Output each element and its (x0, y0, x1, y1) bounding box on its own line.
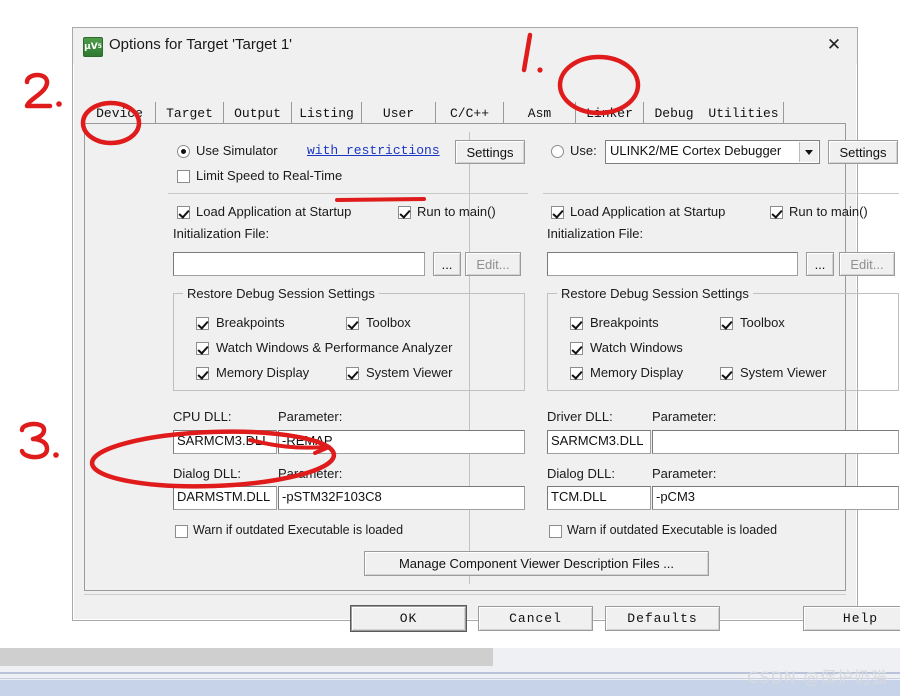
footer-separator (84, 594, 846, 595)
cpu-dll-label: CPU DLL: (173, 409, 232, 424)
driver-dll-label: Driver DLL: (547, 409, 613, 424)
left-dialog-dll-label: Dialog DLL: (173, 466, 241, 481)
driver-settings-button[interactable]: Settings (828, 140, 898, 164)
cancel-button[interactable]: Cancel (478, 606, 593, 631)
right-dialog-dll-input[interactable]: TCM.DLL (547, 486, 651, 510)
dialog-titlebar: μV 5 Options for Target 'Target 1' ✕ (73, 28, 857, 64)
tab-user[interactable]: User (362, 102, 436, 124)
left-run-to-main-checkbox[interactable] (398, 206, 411, 219)
taskbar-grey-block (0, 648, 493, 666)
right-restore-breakpoints-checkbox[interactable] (570, 317, 583, 330)
left-init-file-input[interactable] (173, 252, 425, 276)
use-simulator-radio[interactable] (177, 145, 190, 158)
right-restore-sysviewer-checkbox[interactable] (720, 367, 733, 380)
defaults-button[interactable]: Defaults (605, 606, 720, 631)
uvision-logo-icon: μV 5 (83, 37, 103, 57)
manage-component-viewer-button[interactable]: Manage Component Viewer Description File… (364, 551, 709, 576)
right-restore-memory-label: Memory Display (590, 365, 684, 380)
simulator-settings-button[interactable]: Settings (455, 140, 525, 164)
driver-dll-param-label: Parameter: (652, 409, 717, 424)
left-browse-button[interactable]: ... (433, 252, 461, 276)
right-restore-breakpoints-label: Breakpoints (590, 315, 659, 330)
left-restore-memory-checkbox[interactable] (196, 367, 209, 380)
right-dialog-dll-param-input[interactable]: -pCM3 (652, 486, 899, 510)
left-warn-outdated-label: Warn if outdated Executable is loaded (193, 523, 404, 537)
tab-c-c[interactable]: C/C++ (436, 102, 504, 124)
left-restore-sysviewer-label: System Viewer (366, 365, 453, 380)
close-icon[interactable]: ✕ (811, 28, 857, 62)
right-load-app-label: Load Application at Startup (570, 204, 726, 219)
left-run-to-main-label: Run to main() (417, 204, 496, 219)
tab-debug[interactable]: Debug (644, 102, 704, 124)
right-warn-outdated-checkbox[interactable] (549, 525, 562, 538)
chevron-down-icon[interactable] (799, 142, 818, 162)
right-browse-button[interactable]: ... (806, 252, 834, 276)
left-edit-button[interactable]: Edit... (465, 252, 521, 276)
cpu-dll-input[interactable]: SARMCM3.DLL (173, 430, 277, 454)
left-restore-toolbox-checkbox[interactable] (346, 317, 359, 330)
right-restore-watch-label: Watch Windows (590, 340, 683, 355)
tab-linker[interactable]: Linker (576, 102, 644, 124)
options-dialog: μV 5 Options for Target 'Target 1' ✕ Devi… (72, 27, 900, 631)
tab-target[interactable]: Target (156, 102, 224, 124)
left-restore-breakpoints-label: Breakpoints (216, 315, 285, 330)
left-warn-outdated-checkbox[interactable] (175, 525, 188, 538)
dialog-title: Options for Target 'Target 1' (109, 36, 293, 53)
left-restore-watch-label: Watch Windows & Performance Analyzer (216, 340, 453, 355)
limit-speed-checkbox[interactable] (177, 170, 190, 183)
tab-bar: Device Target Output Listing User C/C++ Asm Lin… (84, 102, 846, 124)
right-restore-toolbox-label: Toolbox (740, 315, 785, 330)
use-driver-label: Use: (570, 143, 597, 158)
watermark-text: CSDN @保护奶猫 (747, 668, 888, 687)
driver-dll-param-input[interactable] (652, 430, 899, 454)
left-restore-memory-label: Memory Display (216, 365, 310, 380)
right-restore-watch-checkbox[interactable] (570, 342, 583, 355)
cpu-dll-param-label: Parameter: (278, 409, 343, 424)
tab-device[interactable]: Device (84, 102, 156, 124)
tab-utilities[interactable]: Utilities (704, 102, 784, 124)
help-button[interactable]: Help (803, 606, 900, 631)
tab-listing[interactable]: Listing (292, 102, 362, 124)
use-driver-radio[interactable] (551, 145, 564, 158)
right-run-to-main-label: Run to main() (789, 204, 868, 219)
cpu-dll-param-input[interactable]: -REMAP (278, 430, 525, 454)
left-restore-watch-checkbox[interactable] (196, 342, 209, 355)
left-restore-breakpoints-checkbox[interactable] (196, 317, 209, 330)
left-dialog-dll-param-input[interactable]: -pSTM32F103C8 (278, 486, 525, 510)
ok-button[interactable]: OK (351, 606, 466, 631)
right-dialog-dll-param-label: Parameter: (652, 466, 717, 481)
use-simulator-label: Use Simulator (196, 143, 278, 158)
right-edit-button[interactable]: Edit... (839, 252, 895, 276)
right-restore-toolbox-checkbox[interactable] (720, 317, 733, 330)
right-load-app-checkbox[interactable] (551, 206, 564, 219)
left-restore-toolbox-label: Toolbox (366, 315, 411, 330)
with-restrictions-link[interactable]: with restrictions (307, 143, 440, 158)
left-dialog-dll-input[interactable]: DARMSTM.DLL (173, 486, 277, 510)
right-init-file-label: Initialization File: (547, 226, 644, 241)
left-load-app-label: Load Application at Startup (196, 204, 352, 219)
right-warn-outdated-label: Warn if outdated Executable is loaded (567, 523, 778, 537)
limit-speed-label: Limit Speed to Real-Time (196, 168, 343, 183)
debugger-select[interactable]: ULINK2/ME Cortex Debugger (605, 140, 820, 164)
left-dialog-dll-param-label: Parameter: (278, 466, 343, 481)
right-restore-memory-checkbox[interactable] (570, 367, 583, 380)
left-load-app-checkbox[interactable] (177, 206, 190, 219)
right-init-file-input[interactable] (547, 252, 798, 276)
right-run-to-main-checkbox[interactable] (770, 206, 783, 219)
right-restore-group-title: Restore Debug Session Settings (557, 286, 753, 301)
tab-asm[interactable]: Asm (504, 102, 576, 124)
right-separator (543, 193, 899, 194)
left-restore-sysviewer-checkbox[interactable] (346, 367, 359, 380)
left-separator (168, 193, 528, 194)
driver-dll-input[interactable]: SARMCM3.DLL (547, 430, 651, 454)
right-restore-sysviewer-label: System Viewer (740, 365, 827, 380)
left-restore-group-title: Restore Debug Session Settings (183, 286, 379, 301)
tab-output[interactable]: Output (224, 102, 292, 124)
right-dialog-dll-label: Dialog DLL: (547, 466, 615, 481)
left-init-file-label: Initialization File: (173, 226, 270, 241)
